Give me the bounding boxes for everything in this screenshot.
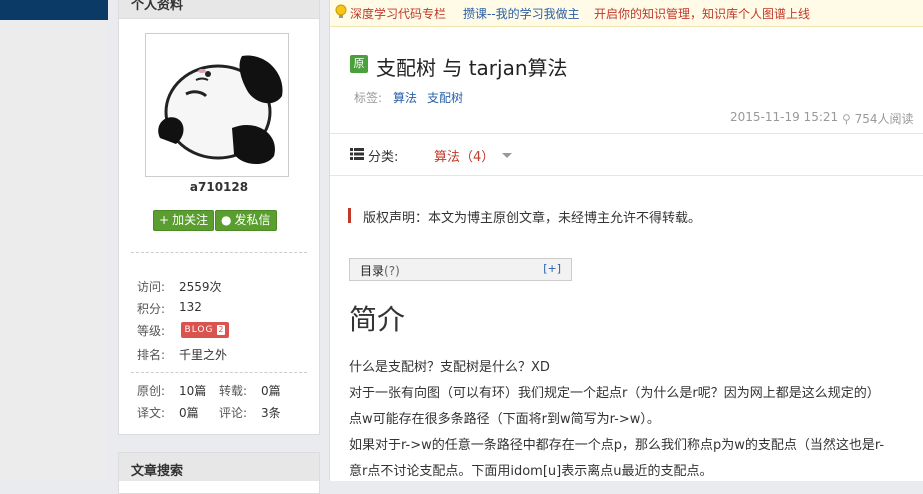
notice-link-course[interactable]: 攒课--我的学习我做主 — [463, 5, 580, 22]
divider — [330, 133, 923, 134]
original-value: 10篇 — [179, 384, 207, 398]
article-panel: 深度学习代码专栏 攒课--我的学习我做主 开启你的知识管理，知识库个人图谱上线 … — [329, 0, 923, 481]
divider — [131, 372, 307, 373]
lightbulb-icon — [335, 4, 347, 18]
read-count-text: 754人阅读 — [854, 112, 914, 126]
follow-label: 加关注 — [172, 213, 209, 227]
toc-title-text: 目录 — [360, 264, 385, 278]
notice-bar: 深度学习代码专栏 攒课--我的学习我做主 开启你的知识管理，知识库个人图谱上线 — [330, 0, 923, 27]
eye-icon: ⚲ — [842, 112, 851, 126]
visits-value: 2559次 — [179, 280, 222, 294]
original-label: 原创: — [137, 384, 166, 398]
level-number: 2 — [217, 325, 226, 335]
visits-label: 访问: — [137, 280, 166, 294]
tags-label: 标签: — [354, 91, 383, 105]
notice-link-deep-learning[interactable]: 深度学习代码专栏 — [350, 5, 446, 22]
profile-card-header: 个人资料 — [119, 0, 319, 19]
message-label: 发私信 — [234, 213, 271, 227]
level-badge: BLOG 2 — [181, 322, 229, 338]
toc-help-link[interactable]: (?) — [384, 264, 400, 278]
section-heading: 简介 — [349, 303, 406, 336]
repost-label: 转载: — [219, 384, 248, 398]
comment-label: 评论: — [219, 406, 248, 420]
avatar[interactable] — [145, 33, 289, 177]
toc-title: 目录(?) — [360, 262, 400, 279]
message-button[interactable]: ● 发私信 — [215, 210, 277, 231]
copyright-notice: 版权声明：本文为博主原创文章，未经博主允许不得转载。 — [363, 211, 702, 226]
paragraph-line: 对于一张有向图（可以有环）我们规定一个起点r（为什么是r呢？因为网上都是这么规定… — [349, 386, 880, 401]
list-icon — [350, 148, 364, 160]
toc-box: 目录(?) [+] — [349, 258, 572, 281]
translate-value: 0篇 — [179, 406, 199, 420]
search-card-title: 文章搜索 — [131, 464, 184, 479]
article-title[interactable]: 支配树 与 tarjan算法 — [376, 52, 568, 81]
paragraph-line: 意r点不讨论支配点。下面用idom[u]表示离点u最近的支配点。 — [349, 464, 713, 479]
publish-date: 2015-11-19 15:21 — [730, 110, 839, 124]
category-label: 分类: — [368, 150, 399, 165]
paragraph-line: 点w可能存在很多条路径（下面将r到w简写为r->w）。 — [349, 412, 660, 427]
divider — [330, 175, 923, 176]
level-label: 等级: — [137, 324, 166, 338]
repost-value: 0篇 — [261, 384, 281, 398]
toc-toggle-button[interactable]: [+] — [543, 262, 561, 275]
level-badge-text: BLOG — [184, 325, 214, 335]
username[interactable]: a710128 — [119, 180, 319, 194]
tag-link[interactable]: 支配树 — [427, 89, 463, 106]
search-card: 文章搜索 — [118, 452, 320, 494]
sidebar: 个人资料 a710128 + 加关注 ● 发私信 访问: 2559次 积分: 1… — [118, 0, 320, 494]
header-bar — [0, 0, 108, 20]
original-badge: 原 — [350, 55, 368, 73]
category-link[interactable]: 算法（4） — [434, 146, 494, 165]
copyright-marker — [348, 208, 351, 223]
profile-card: 个人资料 a710128 + 加关注 ● 发私信 访问: 2559次 积分: 1… — [118, 0, 320, 435]
rank-label: 排名: — [137, 348, 166, 362]
comment-value: 3条 — [261, 406, 281, 420]
paragraph-line: 如果对于r->w的任意一条路径中都存在一个点p，那么我们称点p为w的支配点（当然… — [349, 438, 885, 453]
points-label: 积分: — [137, 302, 166, 316]
left-margin — [0, 20, 108, 481]
chat-bubble-icon: ● — [221, 213, 232, 227]
tag-link[interactable]: 算法 — [393, 89, 417, 106]
search-card-header: 文章搜索 — [119, 453, 319, 481]
paragraph-line: 什么是支配树？支配树是什么？XD — [349, 360, 550, 375]
notice-link-knowledge[interactable]: 开启你的知识管理，知识库个人图谱上线 — [594, 5, 810, 22]
chevron-down-icon[interactable] — [502, 153, 512, 158]
divider — [131, 252, 307, 253]
plus-icon: + — [159, 213, 170, 227]
translate-label: 译文: — [137, 406, 166, 420]
read-count: ⚲ 754人阅读 — [842, 110, 914, 127]
rank-value: 千里之外 — [179, 348, 228, 362]
panda-avatar-image — [158, 55, 283, 165]
points-value: 132 — [179, 300, 202, 314]
follow-button[interactable]: + 加关注 — [153, 210, 215, 231]
profile-title: 个人资料 — [131, 0, 184, 13]
